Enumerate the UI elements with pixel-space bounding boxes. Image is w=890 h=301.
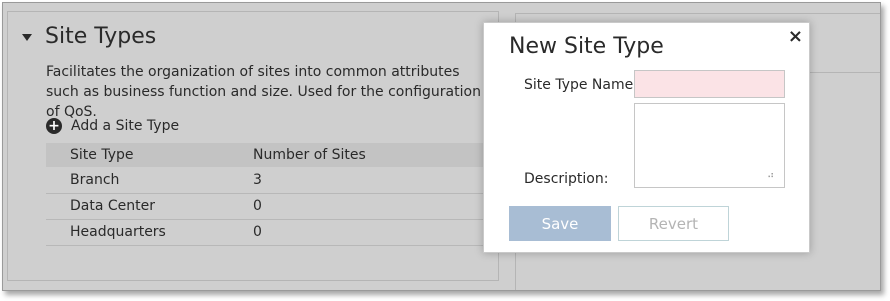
close-icon[interactable]: × xyxy=(788,26,803,47)
column-header-number-of-sites[interactable]: Number of Sites xyxy=(253,143,500,167)
description-textarea[interactable] xyxy=(634,103,785,188)
table-row[interactable]: Data Center 0 xyxy=(46,193,500,220)
table-row[interactable]: Branch 3 xyxy=(46,167,500,194)
dialog-title: New Site Type xyxy=(509,34,664,59)
resize-grip-icon[interactable]: ⠴ xyxy=(767,171,774,181)
site-type-name-input[interactable] xyxy=(634,70,785,98)
site-types-panel: Site Types Facilitates the organization … xyxy=(7,11,500,281)
number-of-sites-cell: 0 xyxy=(253,193,500,220)
save-button[interactable]: Save xyxy=(509,206,611,241)
site-type-cell: Headquarters xyxy=(46,219,253,246)
section-title: Site Types xyxy=(45,24,157,49)
column-header-site-type[interactable]: Site Type xyxy=(46,143,253,167)
site-type-cell: Data Center xyxy=(46,193,253,220)
add-site-type-link[interactable]: + Add a Site Type xyxy=(46,118,179,134)
section-description: Facilitates the organization of sites in… xyxy=(46,64,481,120)
app-frame: Site Types Facilitates the organization … xyxy=(2,2,881,291)
add-site-type-label: Add a Site Type xyxy=(71,118,180,134)
table-header-row: Site Type Number of Sites xyxy=(46,143,500,167)
collapse-triangle-icon[interactable] xyxy=(22,34,32,41)
section-header[interactable]: Site Types xyxy=(22,24,156,49)
revert-button[interactable]: Revert xyxy=(618,206,729,241)
description-label: Description: xyxy=(524,171,609,187)
number-of-sites-cell: 3 xyxy=(253,167,500,194)
site-type-name-label: Site Type Name: xyxy=(524,77,638,93)
table-row[interactable]: Headquarters 0 xyxy=(46,219,500,246)
plus-circle-icon: + xyxy=(46,118,62,134)
site-type-cell: Branch xyxy=(46,167,253,194)
site-types-table: Site Type Number of Sites Branch 3 Data … xyxy=(46,143,500,246)
number-of-sites-cell: 0 xyxy=(253,219,500,246)
new-site-type-dialog: New Site Type × Site Type Name: Descript… xyxy=(483,22,810,253)
